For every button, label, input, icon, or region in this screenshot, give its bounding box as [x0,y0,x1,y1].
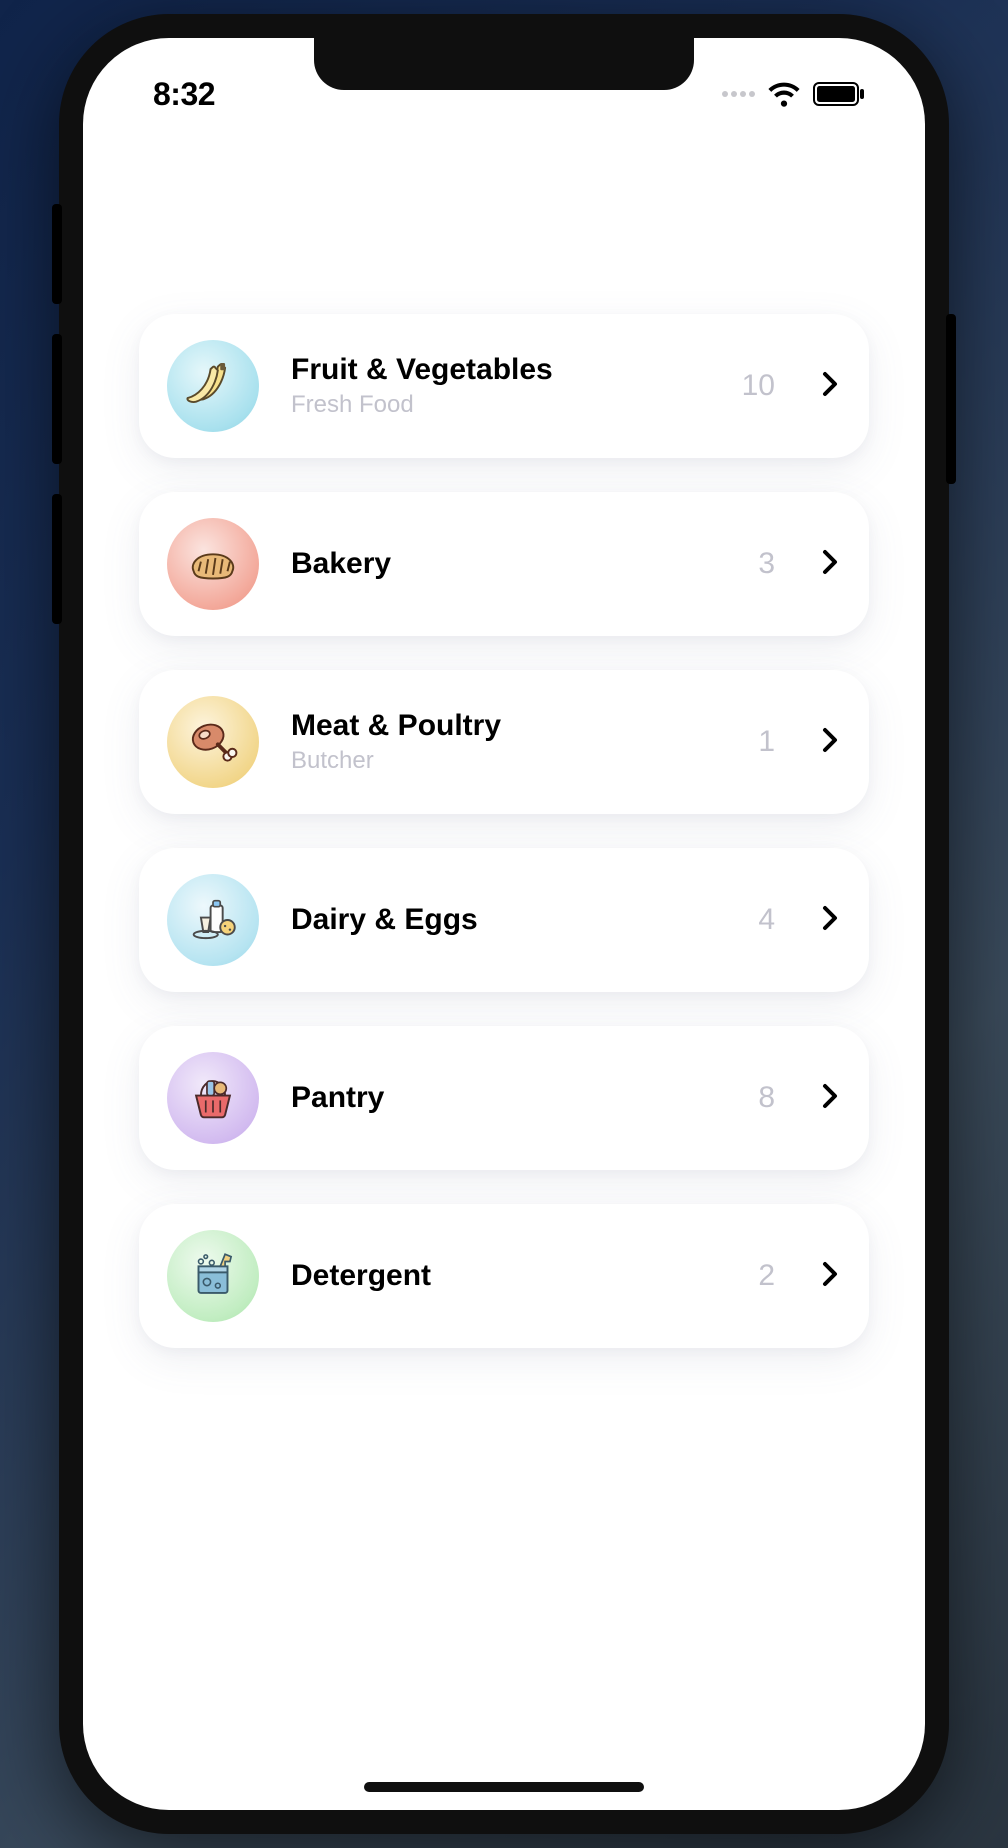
banana-icon [167,340,259,432]
notch [314,38,694,90]
category-count: 8 [758,1081,775,1115]
dairy-icon [167,874,259,966]
chevron-right-icon [815,547,845,582]
cellular-icon [722,91,755,97]
category-title: Dairy & Eggs [291,903,726,937]
meat-icon [167,696,259,788]
category-count: 4 [758,903,775,937]
volume-up-button [52,334,62,464]
detergent-icon [167,1230,259,1322]
category-count: 1 [758,725,775,759]
category-card-fruit-veg[interactable]: Fruit & Vegetables Fresh Food 10 [139,314,869,458]
wifi-icon [767,81,801,107]
chevron-right-icon [815,1259,845,1294]
category-card-detergent[interactable]: Detergent 2 [139,1204,869,1348]
chevron-right-icon [815,903,845,938]
chevron-right-icon [815,725,845,760]
category-text: Meat & Poultry Butcher [291,709,726,775]
category-title: Bakery [291,547,726,581]
category-text: Dairy & Eggs [291,903,726,937]
bread-icon [167,518,259,610]
category-subtitle: Fresh Food [291,391,710,419]
category-title: Meat & Poultry [291,709,726,743]
category-card-bakery[interactable]: Bakery 3 [139,492,869,636]
home-indicator[interactable] [364,1782,644,1792]
side-button [52,204,62,304]
category-text: Fruit & Vegetables Fresh Food [291,353,710,419]
category-title: Detergent [291,1259,726,1293]
category-subtitle: Butcher [291,747,726,775]
power-button [946,314,956,484]
status-icons [722,81,865,107]
category-text: Bakery [291,547,726,581]
category-card-pantry[interactable]: Pantry 8 [139,1026,869,1170]
chevron-right-icon [815,1081,845,1116]
category-title: Pantry [291,1081,726,1115]
category-text: Detergent [291,1259,726,1293]
category-text: Pantry [291,1081,726,1115]
status-time: 8:32 [153,76,215,113]
category-count: 2 [758,1259,775,1293]
category-count: 3 [758,547,775,581]
category-title: Fruit & Vegetables [291,353,710,387]
category-count: 10 [742,369,775,403]
volume-down-button [52,494,62,624]
category-list[interactable]: Fruit & Vegetables Fresh Food 10 Bakery 3 Mea… [83,134,925,1810]
category-card-meat[interactable]: Meat & Poultry Butcher 1 [139,670,869,814]
phone-frame: 8:32 Fruit & Vegetables Fresh Food 10 Baker… [59,14,949,1834]
screen: 8:32 Fruit & Vegetables Fresh Food 10 Baker… [83,38,925,1810]
basket-icon [167,1052,259,1144]
chevron-right-icon [815,369,845,404]
category-card-dairy[interactable]: Dairy & Eggs 4 [139,848,869,992]
battery-icon [813,82,865,106]
